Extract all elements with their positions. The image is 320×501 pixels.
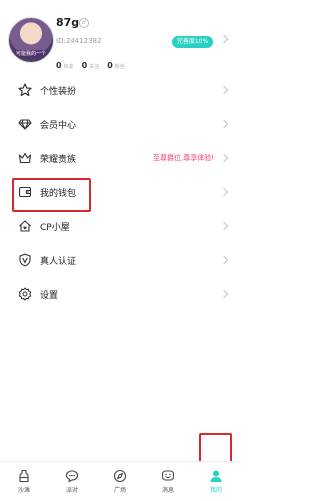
menu-label: 会员中心: [40, 121, 77, 131]
tab-label: 沙滩: [17, 487, 30, 494]
star-icon: [18, 83, 32, 97]
profile-header[interactable]: 可能我的一个 87g ♂ ID:24412382 0 好友 0 关注 0 粉丝 完善度…: [0, 0, 240, 72]
profile-completion-badge[interactable]: 完善度10%: [172, 36, 213, 48]
user-id: ID:24412382: [56, 37, 102, 45]
bottom-tab-bar: 沙滩 派对 广场 消息 我的: [0, 461, 240, 501]
tab-mine[interactable]: 我的: [192, 462, 240, 501]
tab-label: 派对: [65, 487, 78, 494]
crown-icon: [18, 152, 32, 164]
menu-label: 个性装扮: [40, 87, 77, 97]
stat-friends[interactable]: 0 好友: [56, 53, 74, 72]
menu-item-real-name-verification[interactable]: 真人认证: [0, 243, 240, 277]
diamond-icon: [18, 119, 32, 130]
stat-label: 好友: [63, 64, 74, 70]
chevron-right-icon: [219, 119, 229, 129]
menu-item-dress-up[interactable]: 个性装扮: [0, 73, 240, 107]
menu-note: 至尊爵位,尊享体验!: [152, 154, 214, 162]
stat-value: 0: [107, 61, 113, 70]
chevron-right-icon: [219, 221, 229, 231]
compass-icon: [113, 469, 127, 483]
profile-stats: 0 好友 0 关注 0 粉丝: [56, 53, 125, 72]
avatar[interactable]: 可能我的一个: [8, 17, 54, 63]
verified-shield-icon: [19, 253, 31, 267]
tab-label: 消息: [161, 487, 174, 494]
stat-label: 粉丝: [114, 64, 125, 70]
menu-item-vip-center[interactable]: 会员中心: [0, 107, 240, 141]
menu-item-cp-house[interactable]: CP小屋: [0, 209, 240, 243]
chevron-right-icon: [219, 34, 229, 44]
tab-party[interactable]: 派对: [48, 462, 96, 501]
menu-label: 真人认证: [40, 257, 77, 267]
wallet-highlight-box: [12, 178, 91, 212]
party-chat-icon: [65, 470, 79, 483]
stat-fans[interactable]: 0 粉丝: [107, 53, 125, 72]
username: 87g: [56, 16, 80, 29]
stat-value: 0: [56, 61, 62, 70]
stat-following[interactable]: 0 关注: [82, 53, 100, 72]
tab-label: 我的: [209, 487, 222, 494]
gear-icon: [18, 287, 32, 301]
gender-icon: ♂: [79, 18, 89, 28]
stat-label: 关注: [89, 64, 100, 70]
menu-item-settings[interactable]: 设置: [0, 277, 240, 311]
person-icon: [210, 470, 222, 482]
tab-label: 广场: [113, 487, 126, 494]
menu-label: 荣耀贵族: [40, 155, 77, 165]
chevron-right-icon: [219, 153, 229, 163]
menu-label: CP小屋: [40, 223, 70, 233]
tab-beach[interactable]: 沙滩: [0, 462, 48, 501]
chevron-right-icon: [219, 85, 229, 95]
avatar-caption: 可能我的一个: [9, 50, 53, 58]
chevron-right-icon: [219, 187, 229, 197]
stat-value: 0: [81, 61, 88, 70]
house-icon: [19, 220, 31, 232]
bottle-icon: [19, 469, 29, 483]
menu-label: 设置: [40, 291, 59, 301]
menu-item-noble[interactable]: 荣耀贵族 至尊爵位,尊享体验!: [0, 141, 240, 175]
chevron-right-icon: [219, 255, 229, 265]
tab-messages[interactable]: 消息: [144, 462, 192, 501]
chevron-right-icon: [219, 289, 229, 299]
message-icon: [161, 470, 175, 481]
tab-plaza[interactable]: 广场: [96, 462, 144, 501]
